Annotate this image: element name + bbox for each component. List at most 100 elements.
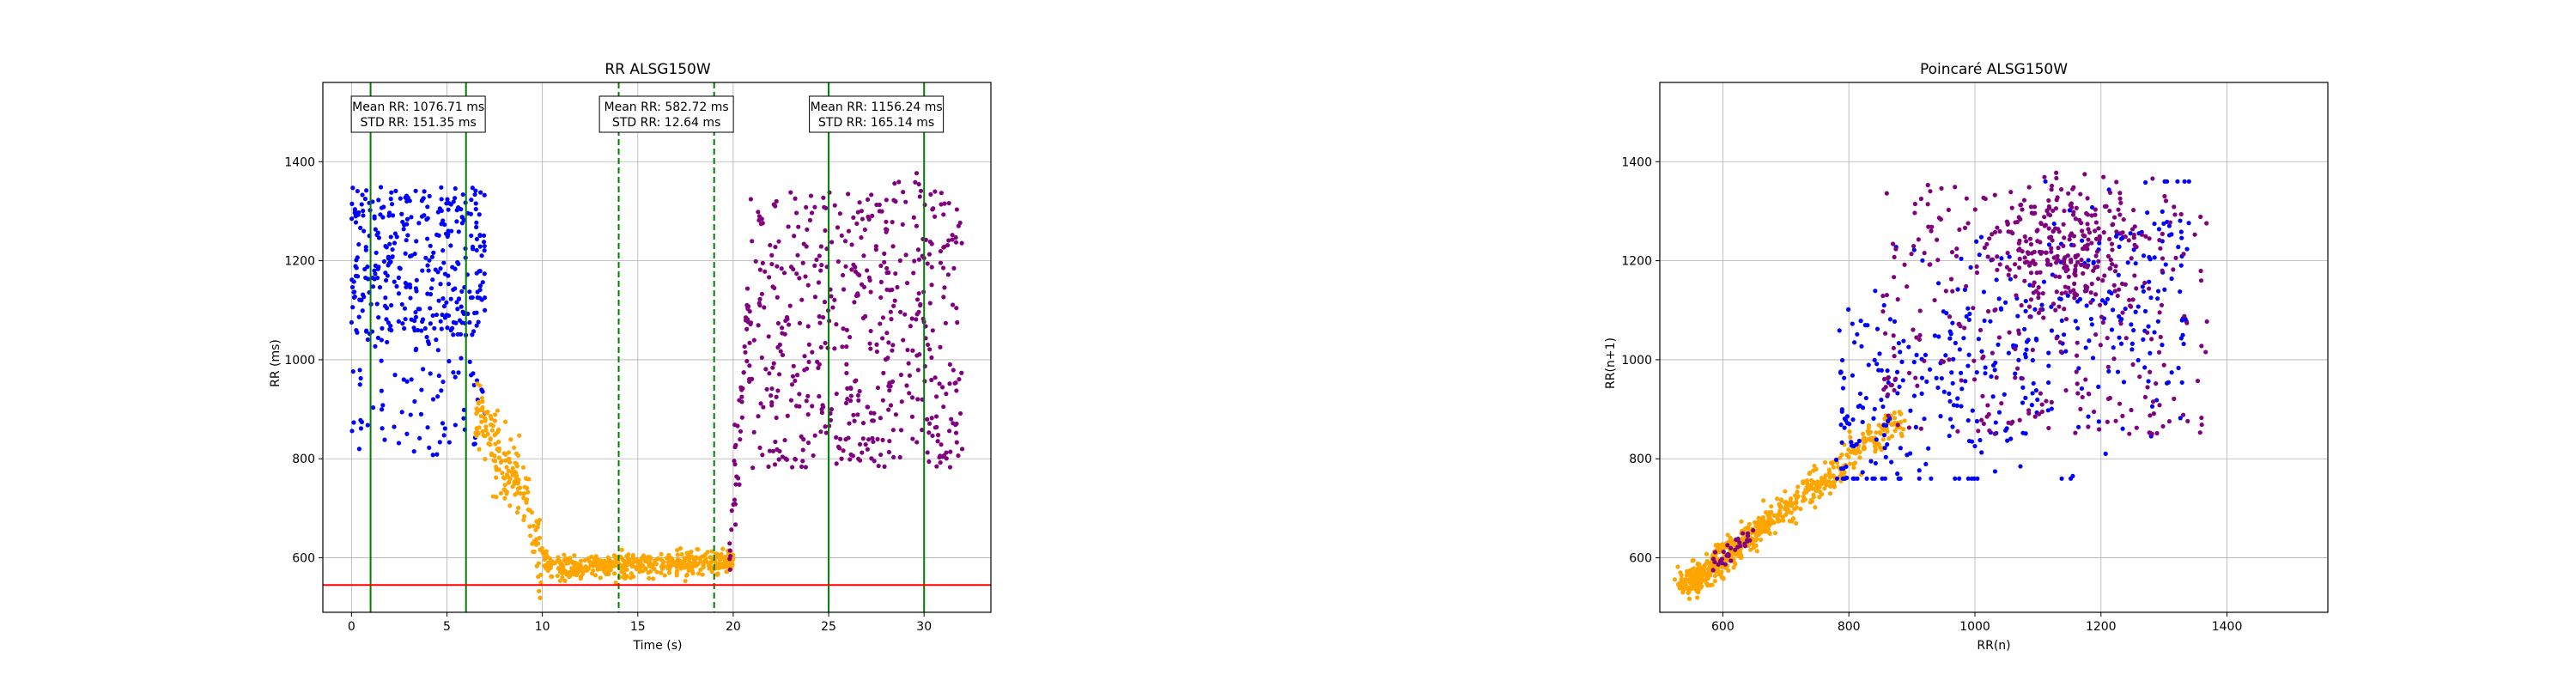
rr-point-blue <box>477 212 482 217</box>
rr-point-blue <box>459 215 465 220</box>
poincare-point-blue <box>2031 380 2036 386</box>
poincare-point-orange <box>1774 496 1780 502</box>
poincare-point-blue <box>2178 229 2184 234</box>
poincare-point-purple <box>1990 257 1996 262</box>
rr-point-purple <box>930 328 935 333</box>
rr-point-purple <box>878 452 884 458</box>
poincare-point-blue <box>2023 298 2028 304</box>
poincare-point-purple <box>2038 221 2044 226</box>
rr-point-purple <box>862 227 867 233</box>
rr-point-purple <box>918 188 924 193</box>
rr-point-orange <box>621 567 626 573</box>
poincare-point-purple <box>1917 337 1922 343</box>
poincare-point-purple <box>2107 236 2112 242</box>
rr-point-orange <box>577 565 583 570</box>
poincare-point-blue <box>1996 342 2001 347</box>
poincare-point-purple <box>2007 267 2012 272</box>
rr-point-purple <box>843 264 848 269</box>
rr-point-blue <box>385 273 390 278</box>
rr-point-purple <box>808 193 814 198</box>
rr-point-purple <box>735 423 740 429</box>
rr-x-axis-label: Time (s) <box>633 639 683 653</box>
rr-point-blue <box>386 210 392 216</box>
poincare-point-purple <box>1906 370 1912 375</box>
poincare-point-purple <box>1892 275 1897 280</box>
rr-point-purple <box>791 363 796 368</box>
rr-point-blue <box>472 441 477 447</box>
poincare-point-purple <box>2032 249 2037 254</box>
poincare-point-blue <box>1849 440 1854 445</box>
poincare-point-blue <box>1839 357 1845 363</box>
rr-point-purple <box>939 191 944 196</box>
poincare-point-blue <box>2181 341 2186 347</box>
rr-point-purple <box>947 381 952 386</box>
poincare-point-purple <box>1884 191 1889 196</box>
rr-point-orange <box>630 563 635 568</box>
rr-point-purple <box>837 211 842 216</box>
rr-point-blue <box>360 308 365 313</box>
poincare-point-blue <box>1840 386 1846 391</box>
poincare-point-purple <box>2113 418 2118 423</box>
poincare-point-purple <box>2093 331 2099 337</box>
poincare-point-blue <box>1896 476 1901 481</box>
poincare-point-purple <box>1948 277 1954 282</box>
rr-point-purple <box>732 459 737 464</box>
poincare-point-blue <box>2020 385 2026 390</box>
poincare-point-purple <box>2018 216 2023 222</box>
rr-point-purple <box>891 303 896 308</box>
poincare-point-purple <box>1929 228 1934 234</box>
rr-point-purple <box>927 347 933 352</box>
rr-point-blue <box>446 282 452 287</box>
rr-point-blue <box>418 411 424 416</box>
poincare-point-purple <box>2162 193 2167 199</box>
rr-point-purple <box>925 261 930 266</box>
rr-point-blue <box>451 199 456 204</box>
rr-point-orange <box>489 452 494 458</box>
poincare-point-blue <box>1965 363 1971 368</box>
rr-point-blue <box>467 289 472 295</box>
rr-point-orange <box>528 533 533 538</box>
rr-point-purple <box>904 383 909 388</box>
poincare-point-purple <box>2016 331 2022 337</box>
rr-point-blue <box>481 233 487 238</box>
rr-point-purple <box>847 421 852 426</box>
rr-annotations: Mean RR: 1076.71 msSTD RR: 151.35 msMean… <box>350 95 945 133</box>
rr-point-blue <box>430 313 435 319</box>
poincare-point-blue <box>1996 410 2002 415</box>
poincare-point-purple <box>1959 378 1964 383</box>
rr-point-purple <box>882 251 887 256</box>
poincare-point-orange <box>1813 505 1818 510</box>
poincare-point-orange <box>1692 577 1698 582</box>
rr-point-orange <box>508 437 513 442</box>
rr-point-purple <box>914 317 919 322</box>
rr-point-purple <box>929 283 934 288</box>
rr-point-blue <box>388 234 393 240</box>
rr-point-orange <box>574 561 580 567</box>
poincare-point-blue <box>2152 255 2157 260</box>
rr-point-purple <box>739 399 744 404</box>
rr-point-blue <box>422 325 428 331</box>
rr-point-purple <box>891 454 896 460</box>
rr-point-blue <box>479 253 484 258</box>
rr-point-purple <box>917 194 922 199</box>
rr-point-purple <box>829 294 834 299</box>
rr-point-purple <box>817 313 822 319</box>
poincare-point-blue <box>1971 476 1977 481</box>
poincare-point-blue <box>1860 405 1866 410</box>
poincare-x-tick-label: 600 <box>1711 620 1735 634</box>
poincare-point-purple <box>2171 267 2176 272</box>
rr-point-blue <box>468 295 474 301</box>
rr-point-purple <box>915 247 921 252</box>
rr-point-orange <box>548 565 553 570</box>
poincare-point-blue <box>1854 441 1859 447</box>
rr-point-purple <box>893 412 899 417</box>
rr-point-purple <box>851 412 856 417</box>
poincare-point-purple <box>1949 250 1955 255</box>
poincare-point-purple <box>2120 413 2125 418</box>
rr-point-purple <box>789 382 795 387</box>
rr-point-purple <box>797 320 803 325</box>
rr-point-purple <box>888 383 893 389</box>
poincare-point-purple <box>2049 399 2054 404</box>
rr-point-blue <box>451 370 456 375</box>
poincare-point-purple <box>1992 229 1998 234</box>
